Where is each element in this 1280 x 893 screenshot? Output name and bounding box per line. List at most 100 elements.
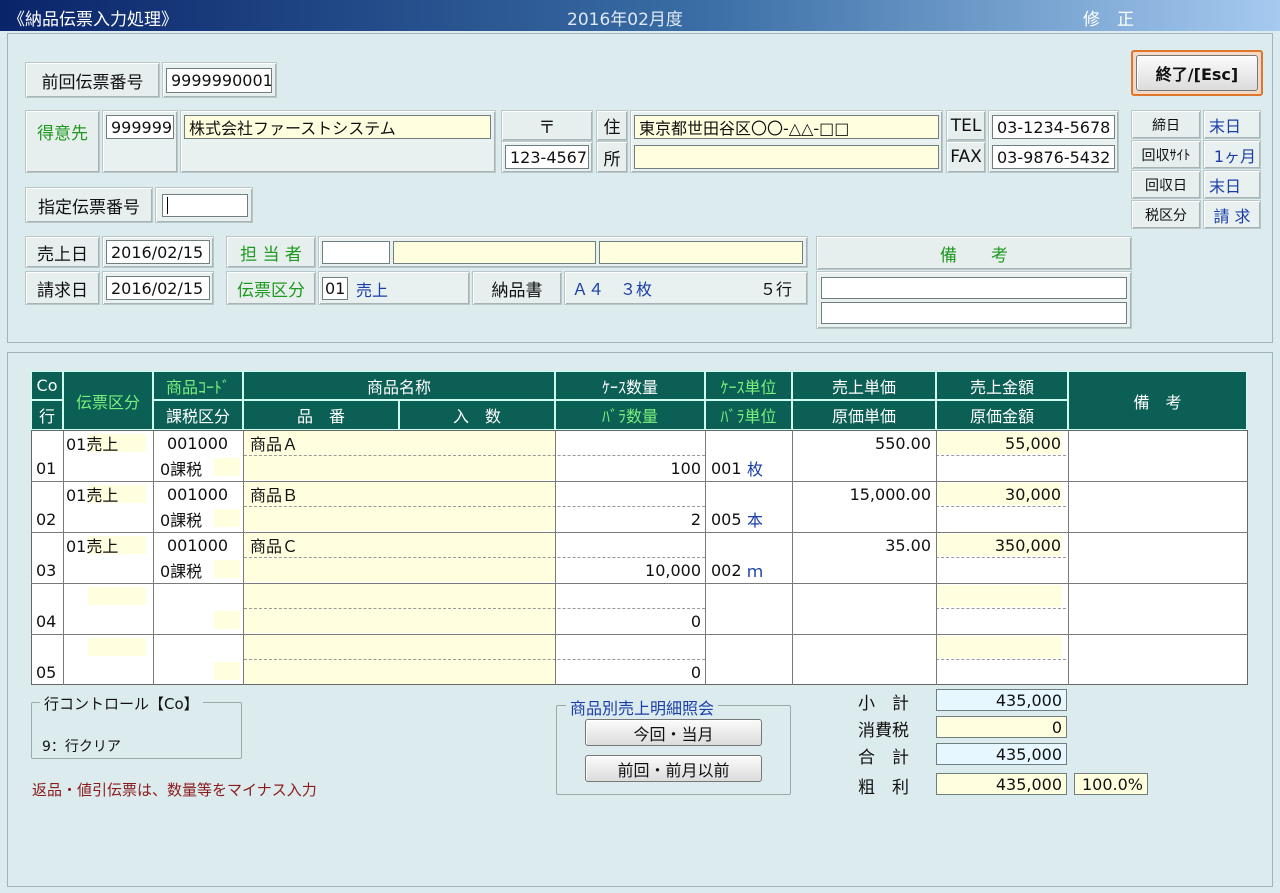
slip-no-field[interactable] — [162, 194, 248, 217]
closing-day-label: 締日 — [1131, 110, 1201, 139]
row-item-code[interactable]: 001000 — [167, 483, 228, 505]
slip-type-code-field[interactable]: 01 — [322, 277, 348, 300]
postal-label: 〒 — [501, 110, 593, 141]
row-divider — [936, 557, 1066, 558]
delivery-paper: Ａ４ ３枚 — [572, 280, 653, 299]
tax-input-area[interactable] — [214, 611, 240, 629]
slip-type-name: 売上 — [356, 280, 389, 300]
tax-label: 消費税 — [858, 721, 909, 741]
staff-extra-field[interactable] — [599, 241, 803, 264]
row-item-code[interactable]: 001000 — [167, 534, 228, 556]
collect-site-label: 回収ｻｲﾄ — [1131, 140, 1201, 169]
row-divider — [936, 659, 1066, 660]
row-divider — [936, 455, 1066, 456]
staff-code-field[interactable] — [322, 241, 390, 264]
customer-name-field[interactable]: 株式会社ファーストシステム — [184, 115, 491, 139]
col-qty-per: 入 数 — [399, 400, 555, 430]
row-slip-type[interactable]: 01売上 — [66, 483, 118, 505]
row-tax-class[interactable]: 0課税 — [160, 457, 202, 479]
row-sale-price[interactable] — [793, 585, 931, 607]
exit-button[interactable]: 終了/[Esc] — [1136, 55, 1258, 91]
col-row: 行 — [31, 400, 63, 430]
row-separator — [31, 481, 1248, 482]
row-unit-code[interactable]: 002 — [711, 559, 742, 581]
staff-label: 担 当 者 — [226, 236, 316, 268]
row-sale-amount[interactable]: 350,000 — [937, 534, 1061, 556]
row-piece-qty[interactable]: 0 — [556, 610, 701, 632]
row-divider — [244, 557, 705, 558]
remarks-label: 備 考 — [816, 236, 1132, 270]
current-month-button[interactable]: 今回・当月 — [585, 719, 762, 746]
prev-slip-field[interactable]: 9999990001 — [166, 68, 272, 93]
staff-name-field[interactable] — [393, 241, 596, 264]
row-sale-price[interactable] — [793, 636, 931, 658]
tax-class-label: 税区分 — [1131, 200, 1201, 229]
subtotal-field: 435,000 — [936, 689, 1067, 711]
row-slip-type[interactable]: 01売上 — [66, 432, 118, 454]
row-sale-amount[interactable]: 55,000 — [937, 432, 1061, 454]
col-cost-price: 原価単価 — [792, 400, 936, 430]
row-piece-qty[interactable]: 2 — [556, 508, 701, 530]
row-number: 05 — [36, 662, 57, 682]
subtotal-label: 小 計 — [858, 694, 909, 714]
row-sale-price[interactable]: 550.00 — [793, 432, 931, 454]
title-bar: 《納品伝票入力処理》 2016年02月度 修 正 — [0, 0, 1280, 31]
tax-input-area[interactable] — [214, 509, 240, 527]
total-label: 合 計 — [858, 748, 909, 768]
column-separator — [792, 430, 793, 685]
row-number: 02 — [36, 509, 57, 529]
row-piece-qty[interactable]: 100 — [556, 457, 701, 479]
row-tax-class[interactable]: 0課税 — [160, 508, 202, 530]
address-line2-field[interactable] — [634, 145, 939, 169]
row-item-name[interactable]: 商品Ｃ — [250, 534, 298, 556]
previous-month-button[interactable]: 前回・前月以前 — [585, 755, 762, 782]
row-item-code[interactable]: 001000 — [167, 432, 228, 454]
tax-input-area[interactable] — [214, 662, 240, 680]
row-piece-qty[interactable]: 10,000 — [556, 559, 701, 581]
col-case-qty: ｹｰｽ数量 — [555, 371, 705, 400]
slip-type-input-area[interactable] — [88, 638, 146, 656]
customer-code-field[interactable]: 999999 — [106, 115, 174, 139]
column-separator — [153, 430, 154, 685]
column-separator — [936, 430, 937, 685]
tax-input-area[interactable] — [214, 458, 240, 476]
col-piece-unit: ﾊﾞﾗ単位 — [705, 400, 792, 430]
fax-field[interactable]: 03-9876-5432 — [992, 145, 1115, 169]
row-unit-name: 本 — [747, 511, 764, 530]
row-piece-qty[interactable]: 0 — [556, 661, 701, 683]
row-unit-code[interactable]: 001 — [711, 457, 742, 479]
collect-day-value: 末日 — [1203, 170, 1261, 199]
row-tax-class[interactable]: 0課税 — [160, 559, 202, 581]
remarks-field-1[interactable] — [821, 277, 1127, 299]
fax-label: FAX — [946, 141, 986, 173]
remarks-field-2[interactable] — [821, 302, 1127, 324]
row-sale-price[interactable]: 15,000.00 — [793, 483, 931, 505]
tel-field[interactable]: 03-1234-5678 — [992, 115, 1115, 139]
row-slip-type[interactable]: 01売上 — [66, 534, 118, 556]
sales-date-field[interactable]: 2016/02/15 — [106, 240, 210, 264]
slip-type-label: 伝票区分 — [226, 271, 316, 305]
profit-rate-field: 100.0% — [1074, 773, 1148, 795]
col-tax-class: 課税区分 — [153, 400, 243, 430]
row-sale-price[interactable]: 35.00 — [793, 534, 931, 556]
slip-type-input-area[interactable] — [88, 587, 146, 605]
bill-date-field[interactable]: 2016/02/15 — [106, 276, 210, 300]
row-sale-amount[interactable] — [937, 585, 1061, 607]
address-label-1: 住 — [596, 110, 628, 141]
tax-input-area[interactable] — [214, 560, 240, 578]
slip-no-label: 指定伝票番号 — [25, 187, 153, 223]
col-sale-price: 売上単価 — [792, 371, 936, 400]
row-sale-amount[interactable] — [937, 636, 1061, 658]
row-unit-code[interactable]: 005 — [711, 508, 742, 530]
period-label: 2016年02月度 — [567, 10, 683, 30]
postal-field[interactable]: 123-4567 — [505, 145, 589, 169]
col-item-code: 商品ｺｰﾄﾞ — [153, 371, 243, 400]
column-separator — [555, 430, 556, 685]
row-unit-name: 枚 — [747, 460, 764, 479]
row-sale-amount[interactable]: 30,000 — [937, 483, 1061, 505]
address-line1-field[interactable]: 東京都世田谷区〇〇-△△-□□ — [634, 115, 939, 139]
delivery-lines: ５行 — [760, 280, 793, 299]
row-item-name[interactable]: 商品Ａ — [250, 432, 298, 454]
row-divider — [936, 608, 1066, 609]
row-item-name[interactable]: 商品Ｂ — [250, 483, 298, 505]
